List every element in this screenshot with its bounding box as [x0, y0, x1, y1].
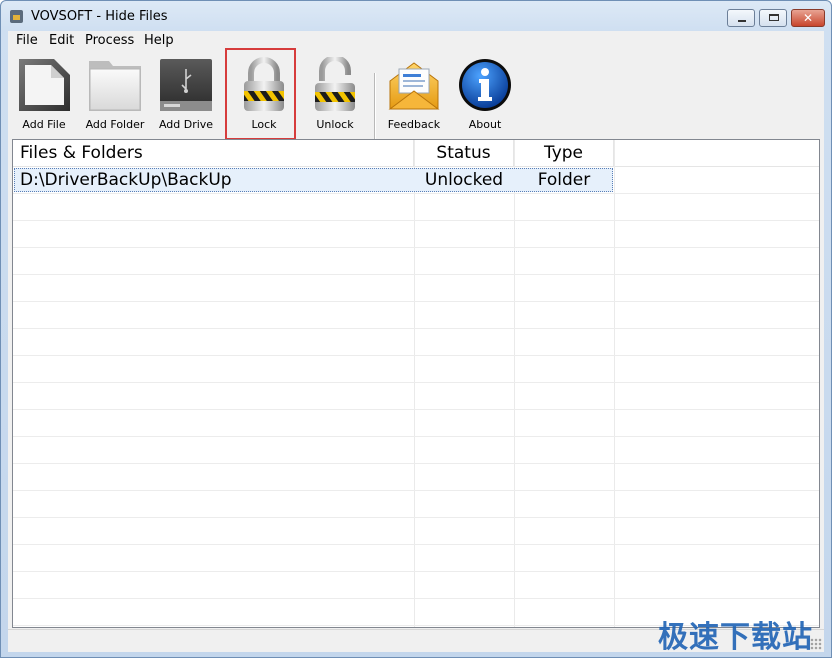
row-path: D:\DriverBackUp\BackUp [20, 170, 232, 190]
folder-icon [89, 61, 141, 111]
empty-row [13, 248, 819, 275]
empty-row [13, 410, 819, 437]
minimize-button[interactable] [727, 9, 755, 27]
column-header-status[interactable]: Status [414, 140, 514, 166]
empty-row [13, 491, 819, 518]
window-title: VOVSOFT - Hide Files [31, 9, 168, 24]
menu-bar: File Edit Process Help [8, 31, 824, 51]
app-window: VOVSOFT - Hide Files ✕ File Edit Process… [0, 0, 832, 658]
menu-help[interactable]: Help [144, 33, 174, 48]
empty-row [13, 302, 819, 329]
document-icon [19, 59, 70, 111]
empty-row [13, 464, 819, 491]
app-lock-icon [10, 10, 23, 23]
row-status: Unlocked [424, 170, 504, 190]
empty-row [13, 275, 819, 302]
add-file-button[interactable]: Add File [9, 55, 79, 131]
minimize-icon [738, 20, 746, 22]
title-bar[interactable]: VOVSOFT - Hide Files ✕ [1, 1, 831, 31]
empty-row [13, 221, 819, 248]
info-icon [459, 59, 511, 111]
column-header-type[interactable]: Type [514, 140, 614, 166]
maximize-button[interactable] [759, 9, 787, 27]
toolbar: Add File Add Folder Add Drive Lock Unloc… [8, 48, 824, 153]
add-folder-label: Add Folder [85, 118, 145, 131]
unlock-button[interactable]: Unlock [300, 55, 370, 131]
menu-process[interactable]: Process [85, 33, 134, 48]
close-button[interactable]: ✕ [791, 9, 825, 27]
empty-row [13, 572, 819, 599]
envelope-icon [388, 62, 440, 110]
add-folder-button[interactable]: Add Folder [80, 55, 150, 131]
empty-row [13, 437, 819, 464]
usb-drive-icon [160, 59, 212, 111]
lock-highlight-box [225, 48, 296, 140]
empty-row [13, 383, 819, 410]
empty-row [13, 329, 819, 356]
padlock-open-icon [315, 57, 355, 111]
about-button[interactable]: About [450, 55, 520, 131]
feedback-label: Feedback [387, 118, 441, 131]
client-area: File Edit Process Help Add File Add Fold… [8, 31, 824, 652]
unlock-label: Unlock [316, 118, 354, 131]
close-icon: ✕ [802, 11, 814, 25]
menu-file[interactable]: File [16, 33, 38, 48]
feedback-button[interactable]: Feedback [379, 55, 449, 131]
add-drive-label: Add Drive [158, 118, 214, 131]
watermark-text: 极速下载站 [658, 620, 813, 655]
list-header: Files & Folders Status Type [13, 140, 819, 167]
column-header-files[interactable]: Files & Folders [13, 140, 414, 166]
empty-row [13, 545, 819, 572]
add-file-label: Add File [22, 118, 66, 131]
table-row[interactable]: D:\DriverBackUp\BackUp Unlocked Folder [13, 167, 819, 194]
menu-edit[interactable]: Edit [49, 33, 74, 48]
empty-row [13, 518, 819, 545]
maximize-icon [769, 14, 779, 21]
row-type: Folder [537, 170, 591, 190]
files-list[interactable]: Files & Folders Status Type D:\DriverBac… [12, 139, 820, 628]
empty-row [13, 194, 819, 221]
empty-row [13, 356, 819, 383]
add-drive-button[interactable]: Add Drive [151, 55, 221, 131]
about-label: About [468, 118, 502, 131]
